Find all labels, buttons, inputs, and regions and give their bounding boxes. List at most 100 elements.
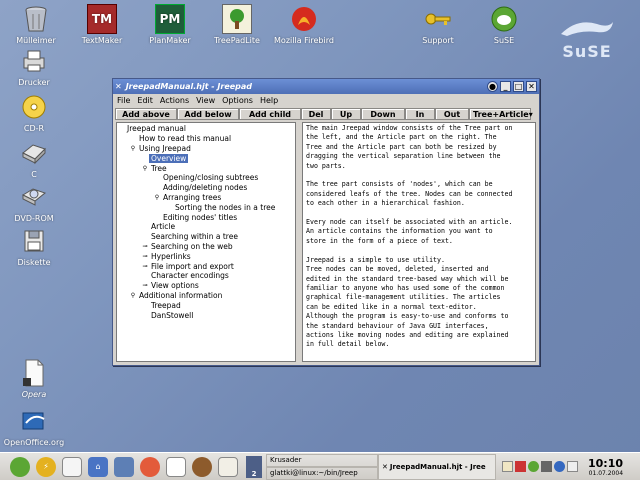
- tree-node[interactable]: ⚲ Tree: [117, 163, 295, 173]
- keyboard-icon[interactable]: [567, 461, 578, 472]
- tree-node[interactable]: Opening/closing subtrees: [117, 173, 295, 183]
- desktop-icon-drive-c[interactable]: C: [2, 138, 66, 179]
- tree-node-label: Editing nodes' titles: [163, 212, 238, 222]
- expand-handle-icon[interactable]: ⊸: [141, 243, 149, 250]
- add-child-button[interactable]: Add child: [239, 108, 301, 120]
- tree-node[interactable]: Article: [117, 222, 295, 232]
- trash-icon: [21, 4, 51, 34]
- window-titlebar[interactable]: ✕ JreepadManual.hjt - Jreepad ● _ □ ✕: [113, 79, 539, 94]
- outdent-button[interactable]: Out: [435, 108, 469, 120]
- expand-handle-icon[interactable]: ⊸: [141, 282, 149, 289]
- office-icon[interactable]: [218, 456, 238, 477]
- tree-node[interactable]: How to read this manual: [117, 134, 295, 144]
- move-down-button[interactable]: Down: [361, 108, 405, 120]
- menu-view[interactable]: View: [196, 96, 215, 105]
- desktop-icon-label: TextMaker: [81, 36, 123, 45]
- desktop-icon-treepad[interactable]: TreePadLite: [205, 4, 269, 45]
- maximize-button[interactable]: □: [513, 81, 524, 92]
- expand-handle-icon[interactable]: ⚲: [141, 165, 149, 172]
- tree-node[interactable]: ⊸ File import and export: [117, 261, 295, 271]
- desktop-icon-planmaker[interactable]: PM PlanMaker: [138, 4, 202, 45]
- add-above-button[interactable]: Add above: [115, 108, 177, 120]
- desktop-icon-textmaker[interactable]: TM TextMaker: [70, 4, 134, 45]
- suse-menu-icon[interactable]: [10, 456, 30, 477]
- expand-handle-icon[interactable]: ⊸: [141, 253, 149, 260]
- close-icon[interactable]: [515, 461, 526, 472]
- move-up-button[interactable]: Up: [331, 108, 361, 120]
- task-krusader[interactable]: Krusader: [266, 453, 378, 467]
- tree-node-label: How to read this manual: [139, 134, 232, 144]
- view-mode-select[interactable]: Tree+Article ▾: [469, 108, 533, 120]
- menu-edit[interactable]: Edit: [137, 96, 153, 105]
- desktop-pager[interactable]: 2: [246, 455, 262, 478]
- clock[interactable]: 10:10 01.07.2004: [588, 457, 627, 477]
- menu-options[interactable]: Options: [222, 96, 253, 105]
- calendar-icon[interactable]: [166, 456, 186, 477]
- close-button[interactable]: ✕: [526, 81, 537, 92]
- desktop-icon-suse[interactable]: SuSE: [472, 4, 536, 45]
- expand-handle-icon[interactable]: ⚲: [129, 292, 137, 299]
- tree-pane[interactable]: Jreepad manual How to read this manual ⚲ Us…: [116, 122, 296, 362]
- tree-node-label: Sorting the nodes in a tree: [175, 202, 276, 212]
- tree-node[interactable]: ⊸ View options: [117, 281, 295, 291]
- tree-node-label: Opening/closing subtrees: [163, 173, 259, 183]
- sticky-icon[interactable]: ●: [487, 81, 498, 92]
- expand-handle-icon[interactable]: ⚲: [153, 194, 161, 201]
- task-terminal[interactable]: glattki@linux:~/bin/Jreep: [266, 466, 378, 480]
- article-pane[interactable]: The main Jreepad window consists of the …: [302, 122, 536, 362]
- tree-node[interactable]: Sorting the nodes in a tree: [117, 202, 295, 212]
- tree-node[interactable]: ⚲ Arranging trees: [117, 193, 295, 203]
- tree-node[interactable]: Overview: [117, 153, 295, 163]
- desktop-icon-trash[interactable]: Mülleimer: [4, 4, 68, 45]
- desktop-icon-label: C: [31, 170, 37, 179]
- desktop-icon-cdr[interactable]: CD-R: [2, 92, 66, 133]
- info-icon[interactable]: [554, 461, 565, 472]
- minimize-button[interactable]: _: [500, 81, 511, 92]
- tree-node[interactable]: Treepad: [117, 300, 295, 310]
- menu-file[interactable]: File: [117, 96, 130, 105]
- tree-node[interactable]: ⚲ Additional information: [117, 291, 295, 301]
- desktop-icon-floppy[interactable]: Diskette: [2, 226, 66, 267]
- tree-node[interactable]: ⊸ Searching on the web: [117, 242, 295, 252]
- desktop-icon-dvd[interactable]: DVD-ROM: [2, 182, 66, 223]
- terminal-icon[interactable]: [114, 456, 134, 477]
- tree-node[interactable]: Searching within a tree: [117, 232, 295, 242]
- openoffice-icon: [19, 406, 49, 436]
- suse-icon: [489, 4, 519, 34]
- tree-node[interactable]: Jreepad manual: [117, 124, 295, 134]
- tree-node[interactable]: ⊸ Hyperlinks: [117, 251, 295, 261]
- task-jreepad[interactable]: ✕ JreepadManual.hjt - Jree: [378, 453, 496, 480]
- delete-button[interactable]: Del: [301, 108, 331, 120]
- chevron-down-icon: ▾: [528, 109, 533, 119]
- menu-actions[interactable]: Actions: [160, 96, 189, 105]
- lightning-icon[interactable]: ⚡: [36, 456, 56, 477]
- desktop-icon-firebird[interactable]: Mozilla Firebird: [272, 4, 336, 45]
- desktop-icon-label: Drucker: [18, 78, 50, 87]
- expand-handle-icon[interactable]: ⚲: [129, 145, 137, 152]
- suse-watcher-icon[interactable]: [528, 461, 539, 472]
- cd-icon: [19, 92, 49, 122]
- settings-icon[interactable]: [192, 456, 212, 477]
- desktop-icon-openoffice[interactable]: OpenOffice.org: [2, 406, 66, 447]
- clipboard-icon[interactable]: [502, 461, 513, 472]
- tree-node[interactable]: Adding/deleting nodes: [117, 183, 295, 193]
- add-below-button[interactable]: Add below: [177, 108, 239, 120]
- tree-node[interactable]: Character encodings: [117, 271, 295, 281]
- app-icon: ✕: [382, 462, 388, 471]
- notes-icon[interactable]: [62, 456, 82, 477]
- tree-node[interactable]: DanStowell: [117, 310, 295, 320]
- tree-node[interactable]: Editing nodes' titles: [117, 212, 295, 222]
- desktop-icon-printer[interactable]: Drucker: [2, 46, 66, 87]
- desktop-icon-opera[interactable]: Opera: [2, 358, 66, 399]
- window-title: JreepadManual.hjt - Jreepad: [125, 82, 253, 91]
- menu-help[interactable]: Help: [260, 96, 278, 105]
- tree-node[interactable]: ⚲ Using Jreepad: [117, 144, 295, 154]
- volume-icon[interactable]: [541, 461, 552, 472]
- home-icon[interactable]: ⌂: [88, 456, 108, 477]
- expand-handle-icon[interactable]: ⊸: [141, 263, 149, 270]
- desktop-icon-support[interactable]: Support: [406, 4, 470, 45]
- indent-button[interactable]: In: [405, 108, 435, 120]
- tree-node-label: Hyperlinks: [151, 251, 191, 261]
- help-icon[interactable]: [140, 456, 160, 477]
- task-list: Krusader ✕ JreepadManual.hjt - Jree glat…: [266, 453, 498, 480]
